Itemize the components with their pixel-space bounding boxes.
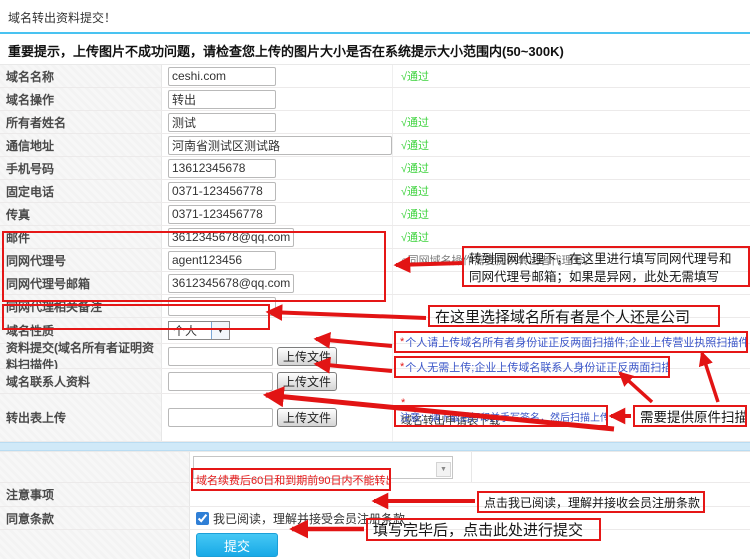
- row-phone: 固定电话 √通过: [0, 180, 750, 203]
- section-divider-band: [0, 442, 750, 451]
- label-owner-proof: 资料提交(域名所有者证明资料扫描件): [0, 344, 162, 368]
- label-domain-name: 域名名称: [0, 65, 162, 87]
- transfer-form-note-text: 注意：请下载后打印并手写签名，然后扫描上传。: [400, 409, 608, 424]
- row-domain-action: 域名操作: [0, 88, 750, 111]
- label-domain-action: 域名操作: [0, 88, 162, 110]
- callout-original-scan: 需要提供原件扫描件: [633, 405, 747, 427]
- highlight-box-agent-rows: [2, 231, 386, 302]
- required-star: *: [400, 336, 404, 348]
- submit-button[interactable]: 提交: [196, 533, 278, 557]
- owner-proof-upload-button[interactable]: 上传文件: [277, 347, 337, 366]
- domain-name-input[interactable]: [168, 67, 276, 86]
- pass-status: √通过: [401, 206, 429, 222]
- row-address: 通信地址 √通过: [0, 134, 750, 157]
- row-fax: 传真 √通过: [0, 203, 750, 226]
- owner-proof-input[interactable]: [168, 347, 273, 366]
- pass-status: √通过: [401, 160, 429, 176]
- pass-status: √通过: [401, 114, 429, 130]
- phone-input[interactable]: [168, 182, 276, 201]
- note-owner-proof: * 个人请上传域名所有者身份证正反两面扫描件;企业上传营业执照扫描件: [394, 331, 748, 353]
- label-address: 通信地址: [0, 134, 162, 156]
- empty-label-cell: [0, 530, 190, 559]
- contact-proof-input[interactable]: [168, 372, 273, 391]
- owner-proof-note-text: 个人请上传域名所有者身份证正反两面扫描件;企业上传营业执照扫描件: [405, 334, 748, 350]
- label-owner-name: 所有者姓名: [0, 111, 162, 133]
- pass-status: √通过: [401, 68, 429, 84]
- fax-input[interactable]: [168, 205, 276, 224]
- callout-agent: 转到同网代理下，在这里进行填写同网代理号和同网代理号邮箱；如果是异网，此处无需填…: [462, 246, 750, 287]
- label-notice: 注意事项: [0, 483, 190, 506]
- label-agree: 同意条款: [0, 507, 190, 529]
- pass-status: √通过: [401, 183, 429, 199]
- note-transfer-form: 注意：请下载后打印并手写签名，然后扫描上传。: [394, 405, 608, 427]
- page-title: 域名转出资料提交！: [0, 0, 750, 32]
- scrollbar-down-icon[interactable]: ▼: [436, 462, 451, 477]
- required-star: *: [400, 361, 404, 373]
- contact-proof-upload-button[interactable]: 上传文件: [277, 372, 337, 391]
- warning-text: 重要提示，上传图片不成功问题，请检查您上传的图片大小是否在系统提示大小范围内(5…: [0, 34, 750, 64]
- address-input[interactable]: [168, 136, 392, 155]
- label-fax: 传真: [0, 203, 162, 225]
- mobile-input[interactable]: [168, 159, 276, 178]
- transfer-form-input[interactable]: [168, 408, 273, 427]
- callout-submit: 填写完毕后，点击此处进行提交: [366, 518, 601, 541]
- highlight-box-domain-type-row: [2, 304, 270, 330]
- agree-checkbox[interactable]: [196, 512, 209, 525]
- pass-status: √通过: [401, 229, 429, 245]
- label-mobile: 手机号码: [0, 157, 162, 179]
- notice-value: 域名续费后60日和到期前90日内不能转出。: [191, 468, 391, 491]
- domain-action-input[interactable]: [168, 90, 276, 109]
- pass-status: √通过: [401, 137, 429, 153]
- label-contact-proof: 域名联系人资料: [0, 369, 162, 393]
- label-phone: 固定电话: [0, 180, 162, 202]
- label-transfer-form: 转出表上传: [0, 394, 162, 441]
- contact-proof-note-text: 个人无需上传;企业上传域名联系人身份证正反两面扫描件: [405, 359, 670, 375]
- empty-label-cell: [0, 452, 190, 482]
- callout-agree: 点击我已阅读，理解并接收会员注册条款: [477, 491, 705, 513]
- domain-transfer-page: 域名转出资料提交！ 重要提示，上传图片不成功问题，请检查您上传的图片大小是否在系…: [0, 0, 750, 559]
- row-owner-name: 所有者姓名 √通过: [0, 111, 750, 134]
- row-domain-name: 域名名称 √通过: [0, 65, 750, 88]
- owner-name-input[interactable]: [168, 113, 276, 132]
- callout-domain-type: 在这里选择域名所有者是个人还是公司: [428, 305, 720, 327]
- transfer-form-upload-button[interactable]: 上传文件: [277, 408, 337, 427]
- row-mobile: 手机号码 √通过: [0, 157, 750, 180]
- note-contact-proof: * 个人无需上传;企业上传域名联系人身份证正反两面扫描件: [394, 356, 670, 378]
